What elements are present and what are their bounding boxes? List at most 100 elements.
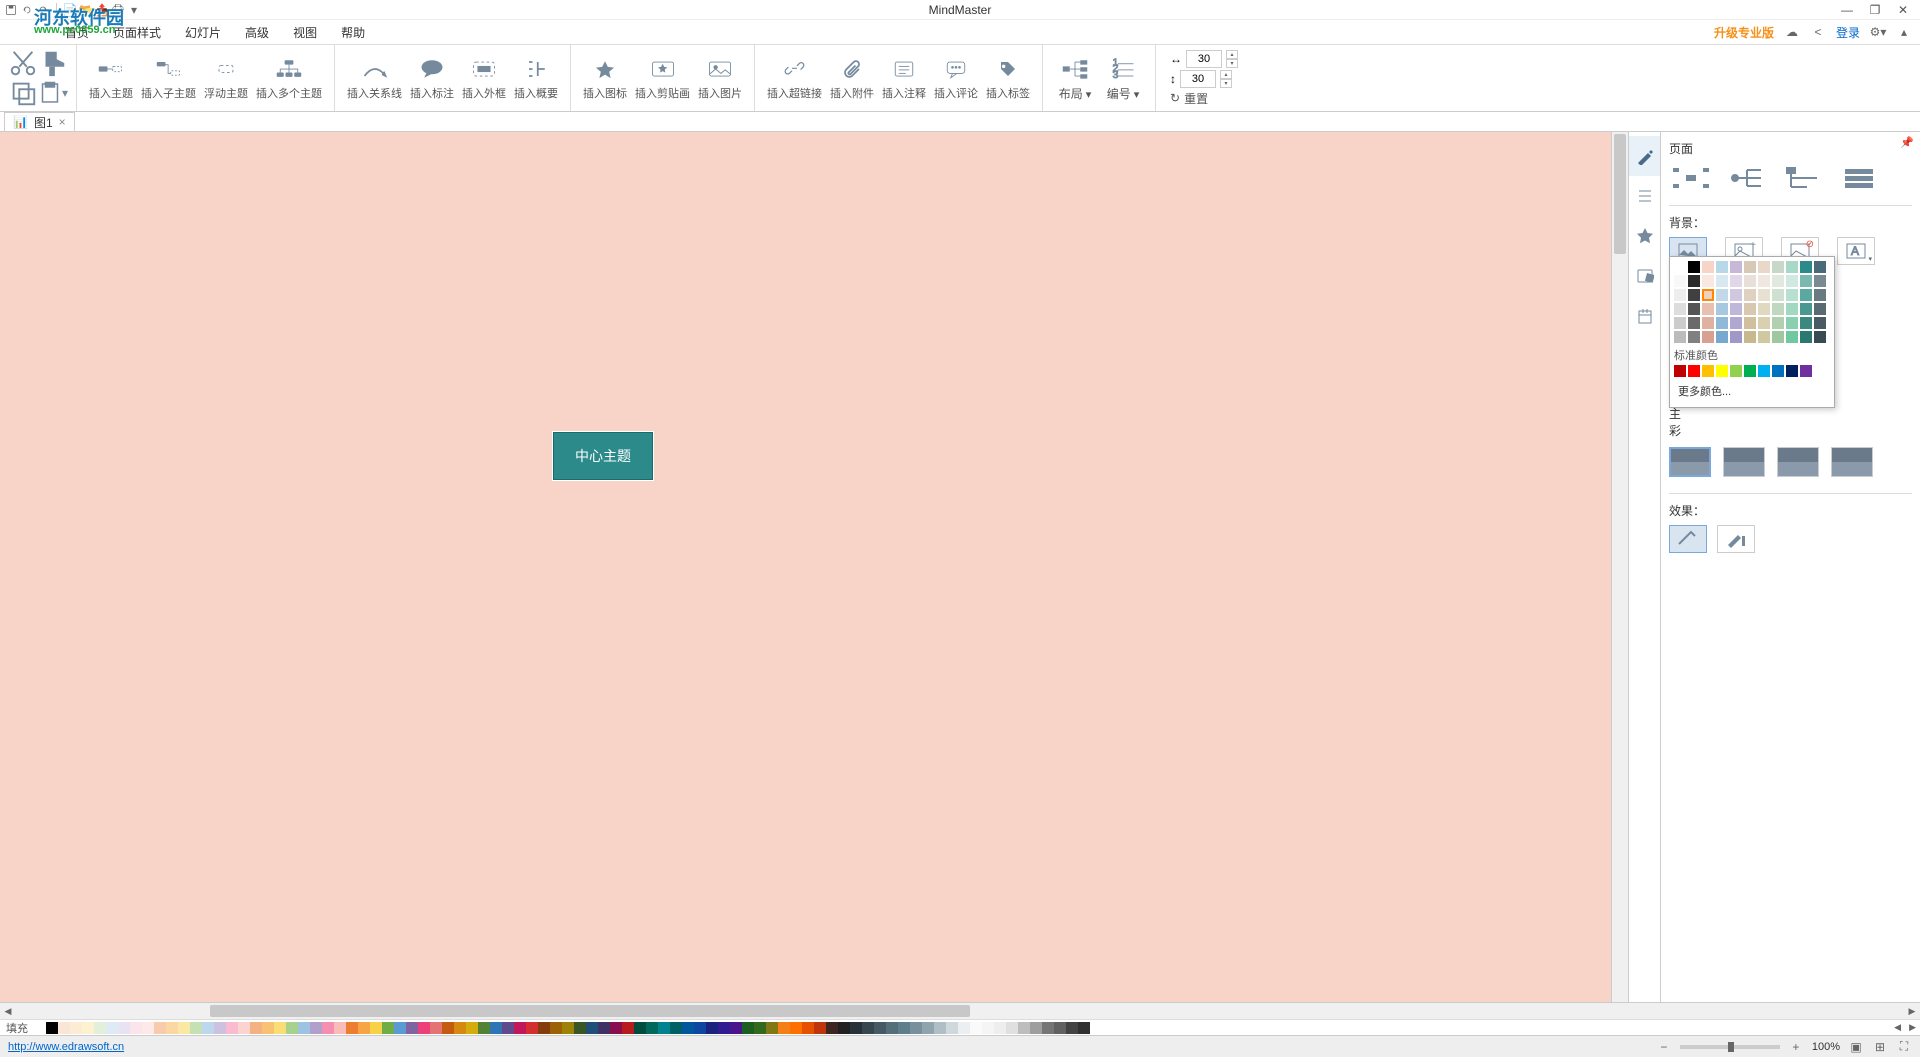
palette-swatch[interactable] xyxy=(430,1022,442,1034)
palette-swatch[interactable] xyxy=(862,1022,874,1034)
palette-swatch[interactable] xyxy=(490,1022,502,1034)
color-swatch[interactable] xyxy=(1800,303,1812,315)
color-swatch[interactable] xyxy=(1800,289,1812,301)
boundary-button[interactable]: 插入外框 xyxy=(458,53,510,103)
zoom-out-button[interactable]: − xyxy=(1656,1039,1672,1055)
palette-right[interactable]: ▶ xyxy=(1905,1022,1920,1033)
color-swatch[interactable] xyxy=(1716,289,1728,301)
palette-swatch[interactable] xyxy=(922,1022,934,1034)
attachment-button[interactable]: 插入附件 xyxy=(826,53,878,103)
color-swatch[interactable] xyxy=(1702,331,1714,343)
palette-swatch[interactable] xyxy=(1018,1022,1030,1034)
color-swatch[interactable] xyxy=(1772,275,1784,287)
palette-swatch[interactable] xyxy=(46,1022,58,1034)
palette-swatch[interactable] xyxy=(166,1022,178,1034)
fullscreen-icon[interactable]: ⛶ xyxy=(1896,1039,1912,1055)
layout-org[interactable] xyxy=(1837,163,1881,193)
color-swatch[interactable] xyxy=(1744,317,1756,329)
side-tab-icons[interactable] xyxy=(1629,216,1661,256)
theme-item[interactable] xyxy=(1831,447,1873,477)
color-swatch[interactable] xyxy=(1786,289,1798,301)
insert-clipart-button[interactable]: 插入剪贴画 xyxy=(631,53,694,103)
palette-left[interactable]: ◀ xyxy=(1890,1022,1905,1033)
color-swatch[interactable] xyxy=(1688,365,1700,377)
palette-swatch[interactable] xyxy=(742,1022,754,1034)
color-swatch[interactable] xyxy=(1814,303,1826,315)
palette-swatch[interactable] xyxy=(154,1022,166,1034)
layout-right[interactable] xyxy=(1725,163,1769,193)
menu-help[interactable]: 帮助 xyxy=(331,20,375,45)
comment-button[interactable]: 插入评论 xyxy=(930,53,982,103)
palette-swatch[interactable] xyxy=(694,1022,706,1034)
palette-swatch[interactable] xyxy=(1066,1022,1078,1034)
palette-swatch[interactable] xyxy=(778,1022,790,1034)
menu-page-style[interactable]: 页面样式 xyxy=(103,20,171,45)
format-painter-button[interactable] xyxy=(38,50,68,76)
color-swatch[interactable] xyxy=(1744,275,1756,287)
palette-swatch[interactable] xyxy=(874,1022,886,1034)
print-icon[interactable]: 🖨 xyxy=(111,3,125,17)
palette-swatch[interactable] xyxy=(94,1022,106,1034)
palette-swatch[interactable] xyxy=(538,1022,550,1034)
palette-swatch[interactable] xyxy=(682,1022,694,1034)
palette-swatch[interactable] xyxy=(346,1022,358,1034)
color-swatch[interactable] xyxy=(1800,261,1812,273)
palette-swatch[interactable] xyxy=(442,1022,454,1034)
color-swatch[interactable] xyxy=(1800,275,1812,287)
color-swatch[interactable] xyxy=(1716,275,1728,287)
bg-watermark-button[interactable]: A▾ xyxy=(1837,237,1875,265)
collapse-ribbon-icon[interactable]: ▴ xyxy=(1896,24,1912,40)
color-swatch[interactable] xyxy=(1744,289,1756,301)
palette-swatch[interactable] xyxy=(214,1022,226,1034)
palette-swatch[interactable] xyxy=(574,1022,586,1034)
color-swatch[interactable] xyxy=(1730,303,1742,315)
color-swatch[interactable] xyxy=(1702,303,1714,315)
zoom-in-button[interactable]: + xyxy=(1788,1039,1804,1055)
color-swatch[interactable] xyxy=(1772,261,1784,273)
palette-swatch[interactable] xyxy=(322,1022,334,1034)
insert-icon-button[interactable]: 插入图标 xyxy=(579,53,631,103)
undo-icon[interactable] xyxy=(20,3,34,17)
color-swatch[interactable] xyxy=(1688,289,1700,301)
color-swatch[interactable] xyxy=(1702,275,1714,287)
share-icon[interactable]: < xyxy=(1810,24,1826,40)
side-tab-history[interactable] xyxy=(1629,296,1661,336)
color-swatch[interactable] xyxy=(1716,303,1728,315)
color-swatch[interactable] xyxy=(1674,365,1686,377)
color-swatch[interactable] xyxy=(1786,275,1798,287)
palette-swatch[interactable] xyxy=(394,1022,406,1034)
color-swatch[interactable] xyxy=(1772,289,1784,301)
color-swatch[interactable] xyxy=(1744,365,1756,377)
multi-topic-button[interactable]: 插入多个主题 xyxy=(252,53,326,103)
palette-swatch[interactable] xyxy=(406,1022,418,1034)
palette-swatch[interactable] xyxy=(262,1022,274,1034)
color-swatch[interactable] xyxy=(1772,331,1784,343)
palette-swatch[interactable] xyxy=(130,1022,142,1034)
zoom-slider[interactable] xyxy=(1680,1045,1780,1049)
document-tab[interactable]: 📊 图1 × xyxy=(4,112,75,131)
palette-swatch[interactable] xyxy=(502,1022,514,1034)
export-icon[interactable]: 📤 xyxy=(95,3,109,17)
palette-swatch[interactable] xyxy=(526,1022,538,1034)
h-spacing-input[interactable] xyxy=(1186,50,1222,68)
status-url[interactable]: http://www.edrawsoft.cn xyxy=(8,1041,124,1053)
color-swatch[interactable] xyxy=(1702,317,1714,329)
hscroll-left[interactable]: ◀ xyxy=(0,1004,16,1019)
palette-swatch[interactable] xyxy=(358,1022,370,1034)
palette-swatch[interactable] xyxy=(910,1022,922,1034)
tab-close-button[interactable]: × xyxy=(59,115,66,129)
hyperlink-button[interactable]: 插入超链接 xyxy=(763,53,826,103)
menu-view[interactable]: 视图 xyxy=(283,20,327,45)
palette-swatch[interactable] xyxy=(886,1022,898,1034)
palette-swatch[interactable] xyxy=(562,1022,574,1034)
cut-button[interactable] xyxy=(8,50,38,76)
color-swatch[interactable] xyxy=(1688,275,1700,287)
color-swatch[interactable] xyxy=(1730,289,1742,301)
fit-width-icon[interactable]: ⊞ xyxy=(1872,1039,1888,1055)
palette-swatch[interactable] xyxy=(622,1022,634,1034)
palette-swatch[interactable] xyxy=(1030,1022,1042,1034)
color-swatch[interactable] xyxy=(1758,261,1770,273)
palette-swatch[interactable] xyxy=(766,1022,778,1034)
h-spacing-down[interactable]: ▾ xyxy=(1226,59,1238,68)
menu-slideshow[interactable]: 幻灯片 xyxy=(175,20,231,45)
